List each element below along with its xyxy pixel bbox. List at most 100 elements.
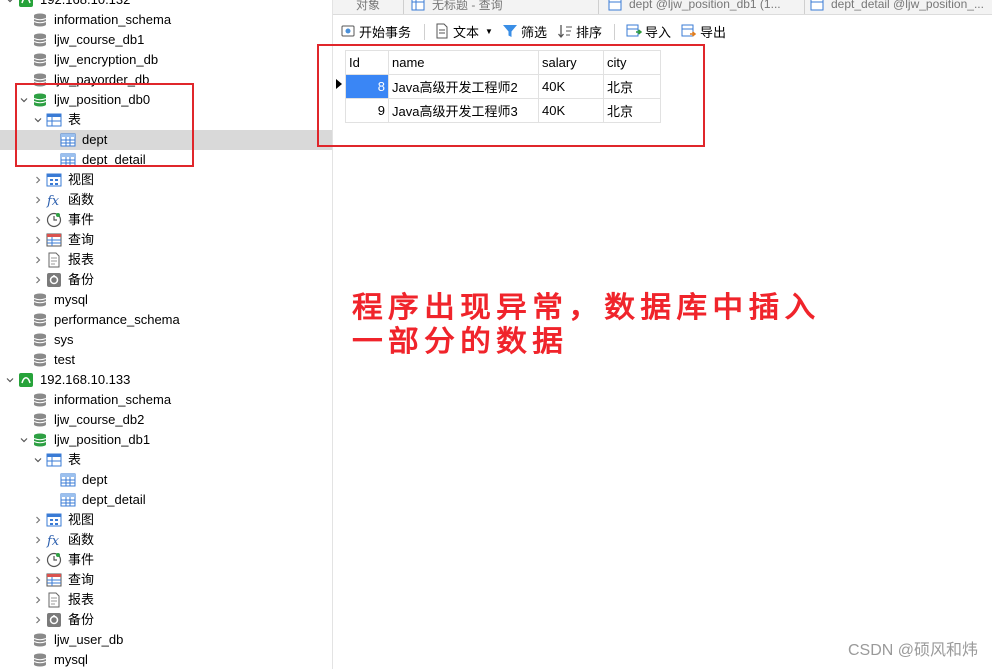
chevron-right-icon[interactable] <box>32 230 44 250</box>
tab-objects[interactable]: 对象 <box>356 0 380 13</box>
toolbar-divider <box>424 24 425 40</box>
tree-item-func[interactable]: fx 函数 <box>0 530 332 550</box>
svg-text:fx: fx <box>46 194 60 208</box>
chevron-down-icon[interactable] <box>4 0 16 10</box>
tree-item-label: 函数 <box>68 532 95 547</box>
document-icon <box>434 23 450 39</box>
tree-item-event[interactable]: 事件 <box>0 210 332 230</box>
chevron-right-icon[interactable] <box>32 530 44 550</box>
tree-item-db[interactable]: ljw_course_db1 <box>0 30 332 50</box>
table-icon <box>607 0 623 12</box>
tree-item-label: ljw_course_db2 <box>54 412 145 427</box>
backup-icon <box>46 612 62 628</box>
tree-item-label: ljw_encryption_db <box>54 52 159 67</box>
tree-item-label: 视图 <box>68 512 95 527</box>
database-icon <box>32 52 48 68</box>
tree-item-func[interactable]: fx 函数 <box>0 190 332 210</box>
tree-item-label: 报表 <box>68 252 95 267</box>
tab-untitled-query[interactable]: 无标题 - 查询 <box>410 0 503 13</box>
tree-item-db[interactable]: sys <box>0 330 332 350</box>
tree-item-event[interactable]: 事件 <box>0 550 332 570</box>
tree-item-db[interactable]: information_schema <box>0 390 332 410</box>
tree-item-report[interactable]: 报表 <box>0 250 332 270</box>
annotation-line-2: 一部分的数据 <box>352 324 569 358</box>
tab-dept[interactable]: dept @ljw_position_db1 (1... <box>607 0 781 13</box>
tree-item-label: 事件 <box>68 212 95 227</box>
tree-item-server[interactable]: 192.168.10.133 <box>0 370 332 390</box>
tab-dept-detail-label: dept_detail @ljw_position_... <box>831 0 984 11</box>
chevron-right-icon[interactable] <box>32 610 44 630</box>
import-button[interactable]: 导入 <box>626 21 671 41</box>
tab-dept-detail[interactable]: dept_detail @ljw_position_... <box>809 0 984 13</box>
tree-item-label: test <box>54 352 75 367</box>
tree-item-db[interactable]: ljw_encryption_db <box>0 50 332 70</box>
chevron-right-icon[interactable] <box>32 270 44 290</box>
database-icon <box>32 12 48 28</box>
tree-item-backup[interactable]: 备份 <box>0 270 332 290</box>
tree-item-table[interactable]: dept_detail <box>0 490 332 510</box>
chevron-right-icon[interactable] <box>32 590 44 610</box>
database-icon <box>32 292 48 308</box>
tree-item-label: information_schema <box>54 12 172 27</box>
chevron-right-icon[interactable] <box>32 170 44 190</box>
tree-item-label: 查询 <box>68 572 95 587</box>
chevron-right-icon[interactable] <box>32 250 44 270</box>
backup-icon <box>46 272 62 288</box>
tree-item-db[interactable]: test <box>0 350 332 370</box>
tree-item-label: mysql <box>54 652 88 667</box>
sort-button[interactable]: 排序 <box>557 21 602 41</box>
tree-item-view[interactable]: 视图 <box>0 170 332 190</box>
tree-item-label: dept <box>82 472 108 487</box>
chevron-down-icon[interactable] <box>18 430 30 450</box>
text-view-button[interactable]: 文本 ▼ <box>434 21 493 41</box>
chevron-down-icon[interactable] <box>32 450 44 470</box>
begin-transaction-button[interactable]: 开始事务 <box>340 21 411 41</box>
tree-item-label: 备份 <box>68 272 95 287</box>
tree-item-view[interactable]: 视图 <box>0 510 332 530</box>
tree-item-table[interactable]: dept <box>0 470 332 490</box>
tree-item-label: performance_schema <box>54 312 180 327</box>
tree-item-report[interactable]: 报表 <box>0 590 332 610</box>
tree-item-query[interactable]: 查询 <box>0 230 332 250</box>
database-icon <box>32 332 48 348</box>
tree-item-db[interactable]: information_schema <box>0 10 332 30</box>
tree-item-backup[interactable]: 备份 <box>0 610 332 630</box>
svg-text:fx: fx <box>46 534 60 548</box>
tab-divider <box>598 0 599 14</box>
tree-item-db[interactable]: ljw_course_db2 <box>0 410 332 430</box>
filter-button[interactable]: 筛选 <box>502 21 547 41</box>
chevron-right-icon[interactable] <box>32 210 44 230</box>
filter-label: 筛选 <box>521 24 548 40</box>
tree-item-db[interactable]: mysql <box>0 650 332 669</box>
tree-item-db[interactable]: performance_schema <box>0 310 332 330</box>
tree-item-label: ljw_position_db1 <box>54 432 151 447</box>
tree-item-db-open[interactable]: ljw_position_db1 <box>0 430 332 450</box>
tab-divider <box>804 0 805 14</box>
chevron-down-icon[interactable] <box>4 370 16 390</box>
chevron-right-icon[interactable] <box>32 510 44 530</box>
chevron-down-icon[interactable]: ▼ <box>485 27 493 36</box>
function-icon: fx <box>46 532 62 548</box>
tree-item-db[interactable]: mysql <box>0 290 332 310</box>
tree-item-server[interactable]: 192.168.10.132 <box>0 0 332 10</box>
database-icon <box>32 412 48 428</box>
chevron-right-icon[interactable] <box>32 190 44 210</box>
tree-item-db[interactable]: ljw_user_db <box>0 630 332 650</box>
chevron-right-icon[interactable] <box>32 550 44 570</box>
export-button[interactable]: 导出 <box>681 21 726 41</box>
import-icon <box>626 23 642 39</box>
tree-item-query[interactable]: 查询 <box>0 570 332 590</box>
tree-item-tables[interactable]: 表 <box>0 450 332 470</box>
function-icon: fx <box>46 192 62 208</box>
transaction-icon <box>340 23 356 39</box>
tree-item-label: sys <box>54 332 74 347</box>
tree-item-label: 视图 <box>68 172 95 187</box>
chevron-right-icon[interactable] <box>32 570 44 590</box>
event-icon <box>46 212 62 228</box>
tree-item-label: information_schema <box>54 392 172 407</box>
export-icon <box>681 23 697 39</box>
